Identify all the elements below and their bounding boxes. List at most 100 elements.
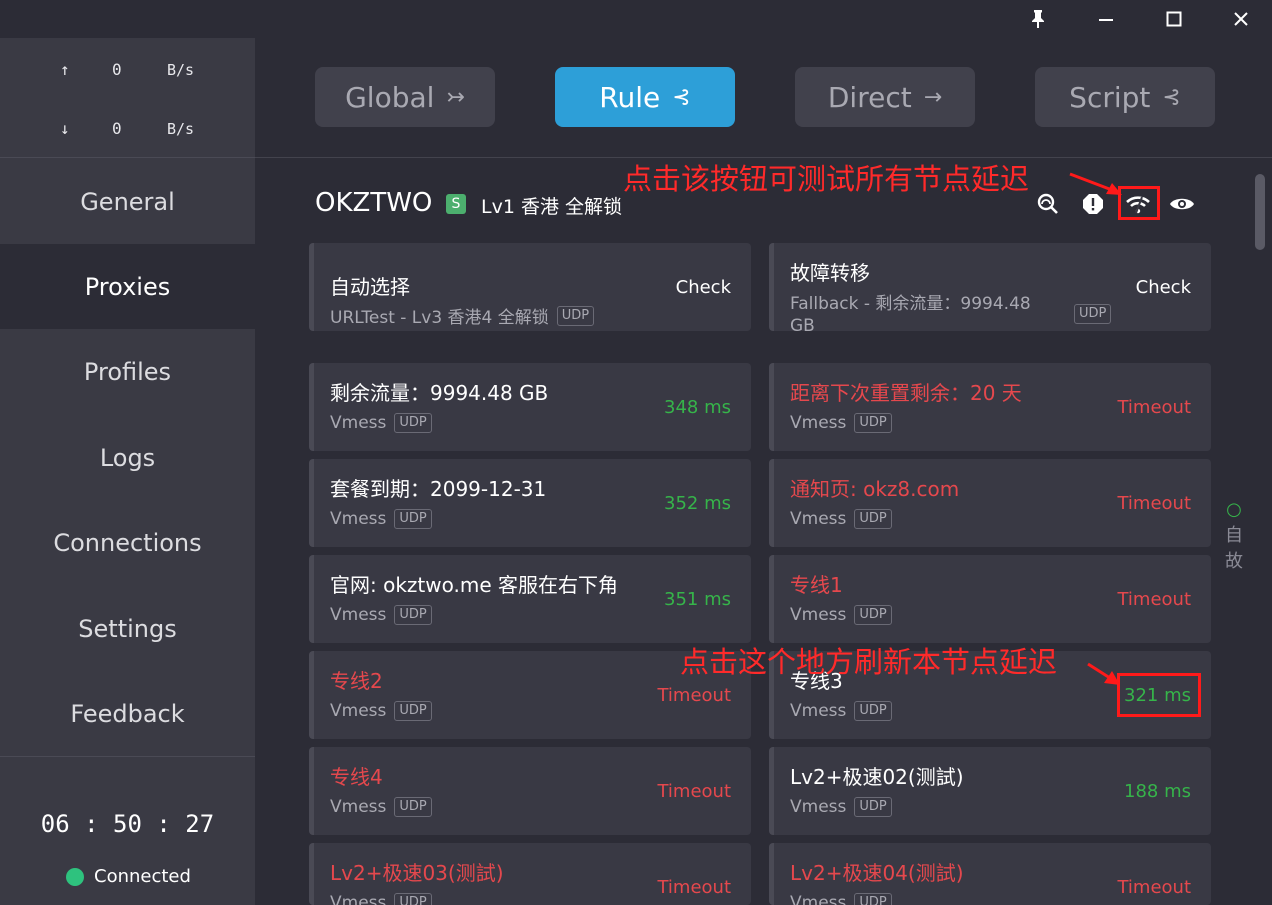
nav-profiles[interactable]: Profiles: [0, 329, 255, 414]
proxy-type: Vmess UDP: [330, 797, 432, 817]
proxy-name: Lv2+极速03(测試): [330, 861, 504, 885]
minimize-icon[interactable]: [1082, 0, 1130, 38]
proxy-type-label: Vmess: [330, 509, 387, 529]
latency-value[interactable]: 351 ms: [664, 589, 731, 610]
udp-badge: UDP: [394, 605, 432, 625]
nav-connections[interactable]: Connections: [0, 500, 255, 585]
scrollbar-thumb[interactable]: [1255, 174, 1265, 250]
check-button[interactable]: Check: [1136, 277, 1191, 298]
proxy-type-label: Vmess: [790, 509, 847, 529]
proxy-name: 距离下次重置剩余：20 天: [790, 381, 1022, 405]
udp-badge: UDP: [854, 605, 892, 625]
status-label: Connected: [94, 866, 191, 887]
udp-badge: UDP: [854, 509, 892, 529]
annotation-refresh-one: 点击这个地方刷新本节点延迟: [680, 645, 1058, 679]
proxy-type-label: Vmess: [790, 605, 847, 625]
proxy-card[interactable]: 剩余流量：9994.48 GB Vmess UDP 348 ms: [309, 363, 751, 451]
proxy-type: Vmess UDP: [330, 701, 432, 721]
annotation-arrow-icon: [1069, 172, 1122, 195]
nav-feedback[interactable]: Feedback: [0, 671, 255, 756]
arrow-tail-icon: ↣: [446, 84, 465, 110]
proxy-type: Vmess UDP: [790, 701, 892, 721]
proxy-card[interactable]: 故障转移 Fallback - 剩余流量：9994.48 GB UDP Chec…: [769, 243, 1211, 336]
latency-value[interactable]: Timeout: [657, 877, 731, 898]
latency-value[interactable]: Timeout: [1117, 397, 1191, 418]
proxy-card[interactable]: 距离下次重置剩余：20 天 Vmess UDP Timeout: [769, 363, 1211, 451]
mode-direct-button[interactable]: Direct →: [795, 67, 975, 127]
proxy-name: 官网: okztwo.me 客服在右下角: [330, 573, 618, 597]
proxy-type: Vmess UDP: [790, 413, 892, 433]
proxy-card[interactable]: Lv2+极速04(测試) Vmess UDP Timeout: [769, 843, 1211, 905]
proxy-card[interactable]: 专线4 Vmess UDP Timeout: [309, 747, 751, 835]
group-selected-proxy: Lv1 香港 全解锁: [481, 196, 622, 218]
download-value: 0: [112, 119, 122, 138]
proxy-type: Vmess UDP: [330, 893, 432, 905]
proxy-type-label: Vmess: [330, 893, 387, 905]
proxy-name: 通知页: okz8.com: [790, 477, 960, 501]
proxy-type: Vmess UDP: [790, 509, 892, 529]
udp-badge: UDP: [1074, 304, 1112, 324]
split-icon: ⊰: [1162, 84, 1181, 110]
proxy-type-label: Vmess: [790, 701, 847, 721]
proxy-card[interactable]: 官网: okztwo.me 客服在右下角 Vmess UDP 351 ms: [309, 555, 751, 643]
proxy-name: Lv2+极速04(测試): [790, 861, 964, 885]
proxy-type-label: Vmess: [330, 701, 387, 721]
nav-settings[interactable]: Settings: [0, 586, 255, 671]
proxy-name: 专线1: [790, 573, 843, 597]
annotation-test-all: 点击该按钮可测试所有节点延迟: [623, 162, 1030, 196]
latency-value[interactable]: Timeout: [1117, 493, 1191, 514]
arrow-right-icon: →: [923, 84, 943, 110]
proxy-type: Vmess UDP: [790, 797, 892, 817]
nav-general[interactable]: General: [0, 159, 255, 244]
udp-badge: UDP: [394, 893, 432, 905]
proxy-card[interactable]: 自动选择 URLTest - Lv3 香港4 全解锁 UDP Check: [309, 243, 751, 331]
mode-label: Rule: [599, 80, 661, 114]
proxy-type-label: GB: [790, 316, 815, 336]
proxy-card[interactable]: Lv2+极速03(测試) Vmess UDP Timeout: [309, 843, 751, 905]
mode-rule-button[interactable]: Rule ⊰: [555, 67, 735, 127]
edge-circle-icon: ○: [1226, 499, 1242, 520]
maximize-icon[interactable]: [1150, 0, 1198, 38]
proxy-type-label: Fallback - 剩余流量：9994.48: [790, 294, 1031, 314]
latency-value[interactable]: 352 ms: [664, 493, 731, 514]
proxy-type-label: URLTest - Lv3 香港4 全解锁: [330, 308, 549, 328]
proxy-type-label: Vmess: [330, 413, 387, 433]
mode-label: Script: [1069, 80, 1151, 114]
proxy-card[interactable]: Lv2+极速02(测試) Vmess UDP 188 ms: [769, 747, 1211, 835]
sidebar-divider: [0, 756, 255, 757]
pin-icon[interactable]: [1014, 0, 1062, 38]
latency-value[interactable]: Timeout: [657, 781, 731, 802]
annotation-highlight-box: [1117, 673, 1201, 717]
proxy-card[interactable]: 套餐到期：2099-12-31 Vmess UDP 352 ms: [309, 459, 751, 547]
udp-badge: UDP: [556, 305, 595, 326]
download-speed: ↓ 0 B/s: [0, 114, 255, 144]
eye-icon[interactable]: [1167, 189, 1197, 219]
mode-global-button[interactable]: Global ↣: [315, 67, 495, 127]
mode-label: Direct: [827, 80, 912, 114]
upload-arrow-icon: ↑: [60, 60, 70, 79]
mode-script-button[interactable]: Script ⊰: [1035, 67, 1215, 127]
proxy-type-label: Vmess: [790, 797, 847, 817]
edge-char: 自: [1225, 525, 1243, 546]
latency-value[interactable]: Timeout: [1117, 877, 1191, 898]
close-icon[interactable]: [1217, 0, 1265, 38]
latency-value[interactable]: Timeout: [1117, 589, 1191, 610]
sidebar-divider: [0, 157, 255, 158]
search-latency-icon[interactable]: [1033, 189, 1063, 219]
proxy-name: 套餐到期：2099-12-31: [330, 477, 547, 501]
upload-unit: B/s: [167, 61, 195, 79]
latency-value[interactable]: 348 ms: [664, 397, 731, 418]
check-button[interactable]: Check: [676, 277, 731, 298]
upload-value: 0: [112, 60, 122, 79]
udp-badge: UDP: [854, 701, 892, 721]
nav-logs[interactable]: Logs: [0, 415, 255, 500]
nav-proxies[interactable]: Proxies: [0, 244, 255, 329]
proxy-card[interactable]: 通知页: okz8.com Vmess UDP Timeout: [769, 459, 1211, 547]
edge-overflow-text: ○ 自 故: [1223, 497, 1245, 575]
latency-value[interactable]: 188 ms: [1124, 781, 1191, 802]
proxy-name: Lv2+极速02(测試): [790, 765, 964, 789]
download-unit: B/s: [167, 120, 195, 138]
latency-value[interactable]: Timeout: [657, 685, 731, 706]
proxy-card[interactable]: 专线1 Vmess UDP Timeout: [769, 555, 1211, 643]
proxy-type: Vmess UDP: [330, 413, 432, 433]
